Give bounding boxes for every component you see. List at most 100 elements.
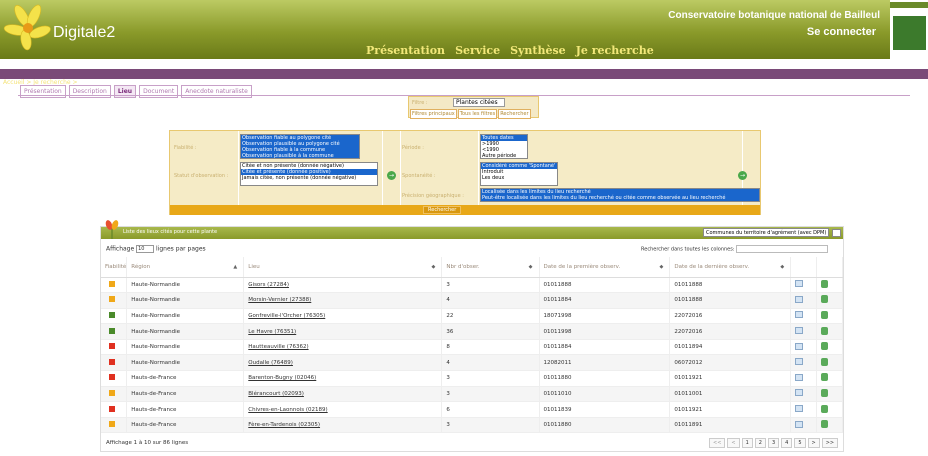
document-icon[interactable] [795,405,804,413]
lieu-link[interactable]: Fère-en-Tardenois (02305) [248,422,320,428]
photo-icon[interactable] [821,388,829,397]
col-first-date[interactable]: Date de la première observ. ◆ [539,257,671,278]
main-filters-button[interactable]: Filtres principaux [410,109,457,119]
doc-cell [790,323,818,340]
column-header: Région [131,263,151,270]
fiabilite-cell [101,292,128,309]
collapse-icon[interactable] [832,229,841,237]
flower-logo-icon [3,4,51,51]
reliability-icon [109,421,115,428]
tab-description[interactable]: Description [68,85,111,98]
spontaneite-listbox[interactable]: Considéré comme 'Spontané' Introduit Les… [480,162,558,186]
document-icon[interactable] [795,420,804,428]
col-lieu[interactable]: Lieu ◆ [243,257,443,278]
document-icon[interactable] [795,373,804,381]
col-last-date[interactable]: Date de la dernière observ. ◆ [669,257,792,278]
last-date-cell: 01011888 [669,292,792,309]
app-name[interactable]: Digitale2 [53,24,115,42]
statut-listbox[interactable]: Citée et non présente (donnée négative) … [240,162,378,186]
document-icon[interactable] [795,327,804,335]
photo-icon[interactable] [821,404,829,413]
tab-anecdote[interactable]: Anecdote naturaliste [181,85,252,98]
periode-listbox[interactable]: Toutes dates >1990 <1990 Autre période [480,134,528,159]
search-button[interactable]: Rechercher [498,109,531,119]
lieu-link[interactable]: Morsin-Vernier (27388) [248,297,311,303]
document-icon[interactable] [795,342,804,350]
lieu-link[interactable]: Barenton-Bugny (02046) [248,375,316,381]
lieu-link[interactable]: Gonfreville-l'Orcher (76305) [248,313,325,319]
photo-icon[interactable] [821,357,829,366]
pager-prev[interactable]: < [727,438,740,448]
tab-document[interactable]: Document [139,85,179,98]
spontaneite-option[interactable]: Les deux [481,175,557,181]
last-date-cell: 01011001 [669,386,792,403]
add-spontaneite-button[interactable]: → [738,171,747,180]
periode-option[interactable]: Autre période [481,153,527,158]
reliability-icon [109,405,115,412]
lieu-cell: Gonfreville-l'Orcher (76305) [243,308,443,325]
all-filters-button[interactable]: Tous les filtres [457,109,498,119]
last-date-cell: 01011888 [669,277,792,294]
nav-presentation[interactable]: Présentation [366,44,445,57]
lieu-link[interactable]: Blérancourt (02093) [248,391,304,397]
add-statut-button[interactable]: → [387,171,396,180]
nav-je-recherche[interactable]: Je recherche [576,44,654,57]
nav-synthese[interactable]: Synthèse [510,44,566,57]
document-icon[interactable] [795,295,804,303]
statut-option[interactable]: Jamais citée, non présente (donnée négat… [241,175,377,181]
pager-first[interactable]: << [709,438,726,448]
sort-icon: ▲ [233,264,238,270]
tab-lieu[interactable]: Lieu [113,85,137,98]
precision-option[interactable]: Peut-être localisée dans les limites du … [481,195,759,201]
pager-page[interactable]: 1 [741,438,753,448]
photo-icon[interactable] [821,420,829,429]
document-icon[interactable] [795,358,804,366]
pager-page[interactable]: 3 [767,438,780,448]
column-header: Date de la première observ. [543,263,621,270]
fiabilite-option[interactable]: Observation plausible à la commune [241,153,359,158]
lieu-link[interactable]: Gisors (27284) [248,282,289,288]
col-nbr[interactable]: Nbr d'obser. ◆ [441,257,540,278]
lieu-link[interactable]: Chivres-en-Laonnois (02189) [248,407,327,413]
photo-icon[interactable] [821,373,829,382]
region-cell: Haute-Normandie [126,339,245,356]
page-size-select[interactable]: 10 [136,245,155,253]
pager-page[interactable]: 2 [754,438,766,448]
search-input[interactable] [736,245,829,253]
pager-page[interactable]: 4 [781,438,793,448]
territory-select[interactable]: Communes du territoire d'agrément (avec … [703,228,829,237]
rechercher-button[interactable]: Rechercher [423,206,462,214]
table-row: Hauts-de-France Barenton-Bugny (02046) 3 01… [101,370,843,387]
photo-cell [816,417,843,434]
tab-presentation[interactable]: Présentation [20,85,66,98]
filter-select[interactable]: Plantes citées [453,98,505,107]
display-label: Affichage [106,245,135,253]
nav-service[interactable]: Service [455,44,500,57]
lieu-link[interactable]: Oudalle (76489) [248,360,293,366]
app-header: Digitale2 Conservatoire botanique nation… [0,0,890,59]
document-icon[interactable] [795,311,804,319]
photo-icon[interactable] [821,342,829,351]
document-icon[interactable] [795,389,804,397]
places-table: Fiabilité Région ▲ Lieu ◆ Nbr d'obser. ◆ Da… [101,257,843,434]
col-fiabilite[interactable]: Fiabilité [101,257,128,278]
page-size-control: Affichage 10 lignes par pages [106,245,206,253]
fiabilite-listbox[interactable]: Observation fiable au polygone cité Obse… [240,134,360,159]
table-row: Hauts-de-France Fère-en-Tardenois (02305)… [101,417,843,434]
lieu-link[interactable]: Hautteauville (76362) [248,344,308,350]
pager-last[interactable]: >> [821,438,839,448]
reliability-icon [109,343,115,350]
document-icon[interactable] [795,280,804,288]
photo-icon[interactable] [821,295,829,304]
photo-icon[interactable] [821,310,829,319]
fiabilite-cell [101,277,128,294]
photo-icon[interactable] [821,279,829,288]
login-link[interactable]: Se connecter [807,26,876,38]
pager-next[interactable]: > [807,438,820,448]
photo-icon[interactable] [821,326,829,335]
lieu-link[interactable]: Le Havre (76351) [248,329,296,335]
pager-page[interactable]: 5 [794,438,806,448]
col-region[interactable]: Région ▲ [126,257,245,278]
photo-cell [816,354,843,372]
precision-listbox[interactable]: Localisée dans les limites du lieu reche… [480,188,760,202]
